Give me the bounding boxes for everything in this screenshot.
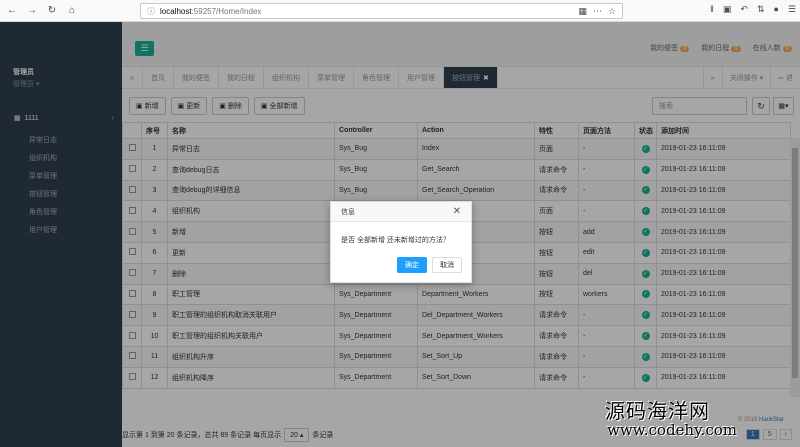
library-icon[interactable]: ‖ xyxy=(710,4,714,15)
address-bar[interactable]: ⓘ localhost:59257/Home/Index ▦ ⋯ ☆ xyxy=(140,3,623,19)
bookmark-star-icon[interactable]: ☆ xyxy=(608,6,616,17)
confirm-dialog: 信息 ✕ 是否 全部新增 还未新增过的方法？ 确定 取消 xyxy=(330,201,472,283)
confirm-button[interactable]: 确定 xyxy=(397,257,427,273)
back-icon[interactable]: ← xyxy=(4,3,20,19)
info-icon: ⓘ xyxy=(147,6,155,16)
forward-icon[interactable]: → xyxy=(24,3,40,19)
chat-icon[interactable]: ● xyxy=(773,4,778,15)
undo-icon[interactable]: ↶ xyxy=(740,4,748,15)
home-icon[interactable]: ⌂ xyxy=(64,3,80,19)
watermark: 源码海洋网 www.codehy.com xyxy=(605,395,737,439)
reload-icon[interactable]: ↻ xyxy=(44,3,60,19)
cancel-button[interactable]: 取消 xyxy=(432,257,462,273)
menu-icon[interactable]: ☰ xyxy=(788,4,796,15)
browser-toolbar: ← → ↻ ⌂ ⓘ localhost:59257/Home/Index ▦ ⋯… xyxy=(0,0,800,22)
more-icon[interactable]: ⋯ xyxy=(593,6,602,17)
dialog-message: 是否 全部新增 还未新增过的方法？ xyxy=(341,237,450,244)
qr-icon[interactable]: ▦ xyxy=(578,6,587,17)
url-path: :59257/Home/Index xyxy=(191,6,262,16)
watermark-line1: 源码海洋网 xyxy=(605,399,710,423)
dialog-title: 信息 xyxy=(331,202,471,222)
url-host: localhost xyxy=(160,6,192,16)
watermark-line2: www.codehy.com xyxy=(607,421,737,439)
sidebar-toggle-icon[interactable]: ▣ xyxy=(723,4,732,15)
close-icon[interactable]: ✕ xyxy=(453,206,461,217)
sync-icon[interactable]: ⇅ xyxy=(757,4,765,15)
